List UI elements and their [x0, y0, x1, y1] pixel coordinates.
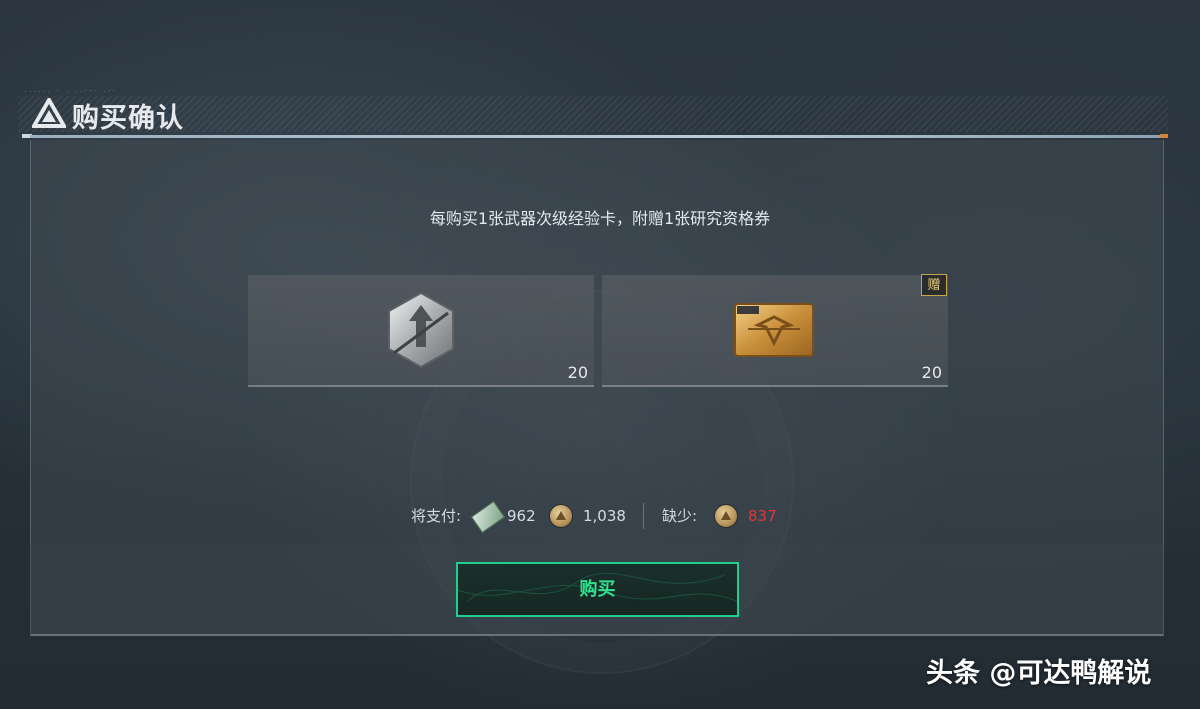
- pay-amount-coin: 1,038: [583, 507, 626, 525]
- pay-amount-bill: 962: [507, 507, 536, 525]
- payment-divider: [643, 503, 644, 529]
- weapon-exp-card-icon: [388, 291, 454, 369]
- item-quantity: 20: [921, 363, 942, 382]
- item-card-ticket[interactable]: 20: [602, 275, 948, 387]
- shortage-label: 缺少:: [662, 507, 698, 525]
- game-logo-icon: [32, 98, 66, 128]
- header-divider: [30, 135, 1165, 138]
- shortage-amount: 837: [748, 507, 777, 525]
- item-card-exp[interactable]: 20: [248, 275, 594, 387]
- buy-button-label: 购买: [579, 579, 616, 600]
- coin-icon: [550, 505, 572, 527]
- watermark: 头条 @可达鸭解说: [926, 658, 1152, 689]
- item-quantity: 20: [567, 363, 588, 382]
- payment-row: 将支付: 962 1,038 缺少: 837: [0, 500, 1200, 534]
- page-title: 购买确认: [72, 103, 184, 134]
- gift-badge: 赠: [921, 274, 947, 296]
- header-bar: [18, 96, 1168, 132]
- bill-icon: [470, 500, 506, 534]
- research-ticket-icon: [734, 303, 814, 357]
- header-code-text: ...... - . ..--- .--: [24, 87, 117, 94]
- buy-button[interactable]: 购买: [456, 562, 739, 617]
- purchase-description: 每购买1张武器次级经验卡，附赠1张研究资格券: [429, 209, 771, 228]
- accent-mark: [1160, 134, 1168, 138]
- pay-label: 将支付:: [411, 507, 462, 525]
- coin-icon: [715, 505, 737, 527]
